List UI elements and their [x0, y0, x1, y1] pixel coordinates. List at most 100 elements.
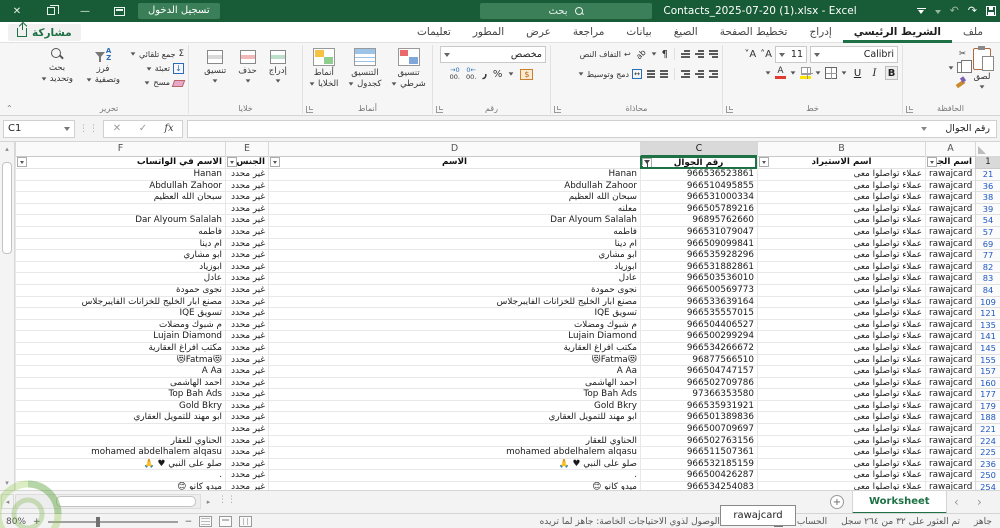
tab-page-layout[interactable]: تخطيط الصفحة — [709, 22, 799, 43]
orientation-button[interactable]: ab — [634, 47, 647, 60]
sign-in-button[interactable]: تسجيل الدخول — [138, 3, 220, 19]
row-number[interactable]: 221 — [975, 424, 1000, 436]
cell-import-name[interactable]: عملاء تواصلوا معى — [757, 192, 925, 204]
cell-entity[interactable]: rawajcard — [925, 296, 975, 309]
cell-import-name[interactable]: عملاء تواصلوا معى — [757, 308, 925, 320]
cell-import-name[interactable]: عملاء تواصلوا معى — [757, 482, 925, 490]
new-sheet-button[interactable]: + — [830, 495, 844, 509]
cell-whatsapp-name[interactable]: Top Bah Ads — [15, 389, 225, 401]
scroll-down-button[interactable]: ▾ — [0, 476, 14, 490]
zoom-out-button[interactable]: − — [185, 517, 193, 527]
cell-phone[interactable]: 966504747157 — [640, 366, 757, 378]
decrease-indent-icon[interactable] — [660, 70, 668, 78]
restore-button[interactable] — [34, 0, 68, 22]
row-number[interactable]: 254 — [975, 482, 1000, 490]
cell-name[interactable]: مصنع آبار الخليج للخزانات الفايبرجلاس — [268, 296, 640, 309]
text-direction-button[interactable]: ¶ — [662, 49, 668, 60]
comma-style-button[interactable]: ٫ — [482, 67, 486, 81]
cell-gender[interactable]: غير محدد — [225, 238, 268, 251]
sheet-nav-next-button[interactable]: › — [977, 491, 982, 514]
cell-whatsapp-name[interactable]: تسويق IQE — [15, 308, 225, 320]
cell-name[interactable]: 😻Fatma😻 — [268, 354, 640, 367]
row-number[interactable]: 135 — [975, 319, 1000, 332]
cell-import-name[interactable]: عملاء تواصلوا معى — [757, 470, 925, 483]
cell-entity[interactable]: rawajcard — [925, 482, 975, 490]
increase-indent-icon[interactable] — [647, 70, 655, 78]
view-page-layout-button[interactable] — [219, 516, 233, 527]
cell-name[interactable]: Top Bah Ads — [268, 389, 640, 401]
cell-entity[interactable]: rawajcard — [925, 458, 975, 471]
row-number[interactable]: 77 — [975, 250, 1000, 262]
cell-whatsapp-name[interactable]: ام دينا — [15, 238, 225, 251]
filter-button-f[interactable] — [17, 157, 27, 167]
cell-phone[interactable]: 966536523861 — [640, 169, 757, 181]
row-number[interactable]: 179 — [975, 400, 1000, 413]
horizontal-scroll-thumb[interactable] — [56, 496, 196, 507]
cell-phone[interactable]: 966531079047 — [640, 226, 757, 239]
row-number[interactable]: 57 — [975, 226, 1000, 239]
decrease-decimal-button[interactable]: 0→ .00 — [450, 66, 460, 81]
cell-name[interactable]: Hanan — [268, 169, 640, 181]
cell-gender[interactable]: غير محدد — [225, 226, 268, 239]
cell-gender[interactable]: غير محدد — [225, 319, 268, 332]
cell-whatsapp-name[interactable]: . — [15, 470, 225, 483]
header-cell-gender[interactable]: الجنس — [225, 156, 268, 169]
cell-whatsapp-name[interactable]: mohamed abdelhalem alqasu — [15, 447, 225, 459]
row-number[interactable]: 84 — [975, 284, 1000, 297]
customize-qat-button[interactable] — [916, 7, 926, 15]
paste-button[interactable]: لصق — [970, 46, 994, 102]
cell-phone[interactable]: 966500569773 — [640, 284, 757, 297]
cell-gender[interactable]: غير محدد — [225, 412, 268, 425]
cell-name[interactable]: Abdullah Zahoor — [268, 180, 640, 193]
filter-button-e[interactable] — [227, 157, 237, 167]
align-right-icon[interactable] — [709, 70, 718, 78]
cell-import-name[interactable]: عملاء تواصلوا معى — [757, 284, 925, 297]
redo-button[interactable]: ↷ — [968, 0, 977, 22]
cell-phone[interactable]: 966503536010 — [640, 273, 757, 285]
cell-whatsapp-name[interactable]: ابو مهند للتمويل العقاري — [15, 412, 225, 425]
cell-whatsapp-name[interactable]: Abdullah Zahoor — [15, 180, 225, 193]
cell-import-name[interactable]: عملاء تواصلوا معى — [757, 226, 925, 239]
row-number[interactable]: 1 — [975, 156, 1000, 169]
align-left-icon[interactable] — [681, 70, 690, 78]
cell-import-name[interactable]: عملاء تواصلوا معى — [757, 447, 925, 459]
cell-import-name[interactable]: عملاء تواصلوا معى — [757, 203, 925, 216]
grow-shrink-font-buttons[interactable]: A˄ A˅ — [744, 46, 772, 63]
horizontal-scrollbar[interactable] — [15, 494, 201, 509]
insert-function-button[interactable]: fx — [156, 123, 182, 134]
cell-gender[interactable]: غير محدد — [225, 250, 268, 262]
cell-name[interactable]: مكتب افراغ العقارية — [268, 342, 640, 355]
row-number[interactable]: 225 — [975, 447, 1000, 459]
header-cell-name[interactable]: الاسم — [268, 156, 640, 169]
undo-dropdown[interactable] — [934, 0, 941, 22]
cell-entity[interactable]: rawajcard — [925, 389, 975, 401]
formula-bar-splitter[interactable]: ⋮⋮ — [79, 124, 99, 134]
cell-entity[interactable]: rawajcard — [925, 273, 975, 285]
cell-whatsapp-name[interactable]: مكتب افراغ العقارية — [15, 342, 225, 355]
cell-name[interactable]: معلنه — [268, 203, 640, 216]
cell-phone[interactable]: 966509099841 — [640, 238, 757, 251]
column-header-d[interactable]: D — [268, 142, 640, 157]
cell-name[interactable]: ابوزياد — [268, 261, 640, 274]
cell-entity[interactable]: rawajcard — [925, 377, 975, 390]
cell-phone[interactable]: 966505789216 — [640, 203, 757, 216]
cell-name[interactable]: أحمد الهاشمى — [268, 377, 640, 390]
cell-whatsapp-name[interactable]: مصنع آبار الخليج للخزانات الفايبرجلاس — [15, 296, 225, 309]
tab-developer[interactable]: المطور — [462, 22, 515, 43]
cell-gender[interactable]: غير محدد — [225, 389, 268, 401]
copy-button[interactable] — [948, 60, 972, 73]
cell-gender[interactable]: غير محدد — [225, 261, 268, 274]
cell-gender[interactable]: غير محدد — [225, 284, 268, 297]
row-number[interactable]: 69 — [975, 238, 1000, 251]
number-dialog-launcher[interactable] — [436, 106, 443, 113]
cell-phone[interactable]: 966502709786 — [640, 377, 757, 390]
cell-entity[interactable]: rawajcard — [925, 366, 975, 378]
cell-gender[interactable]: غير محدد — [225, 400, 268, 413]
zoom-slider-thumb[interactable] — [95, 516, 100, 527]
cell-gender[interactable]: غير محدد — [225, 482, 268, 490]
cell-phone[interactable]: 966535557015 — [640, 308, 757, 320]
underline-button[interactable]: U — [851, 66, 864, 80]
cell-import-name[interactable]: عملاء تواصلوا معى — [757, 400, 925, 413]
cell-name[interactable]: mohamed abdelhalem alqasu — [268, 447, 640, 459]
cell-gender[interactable]: غير محدد — [225, 470, 268, 483]
